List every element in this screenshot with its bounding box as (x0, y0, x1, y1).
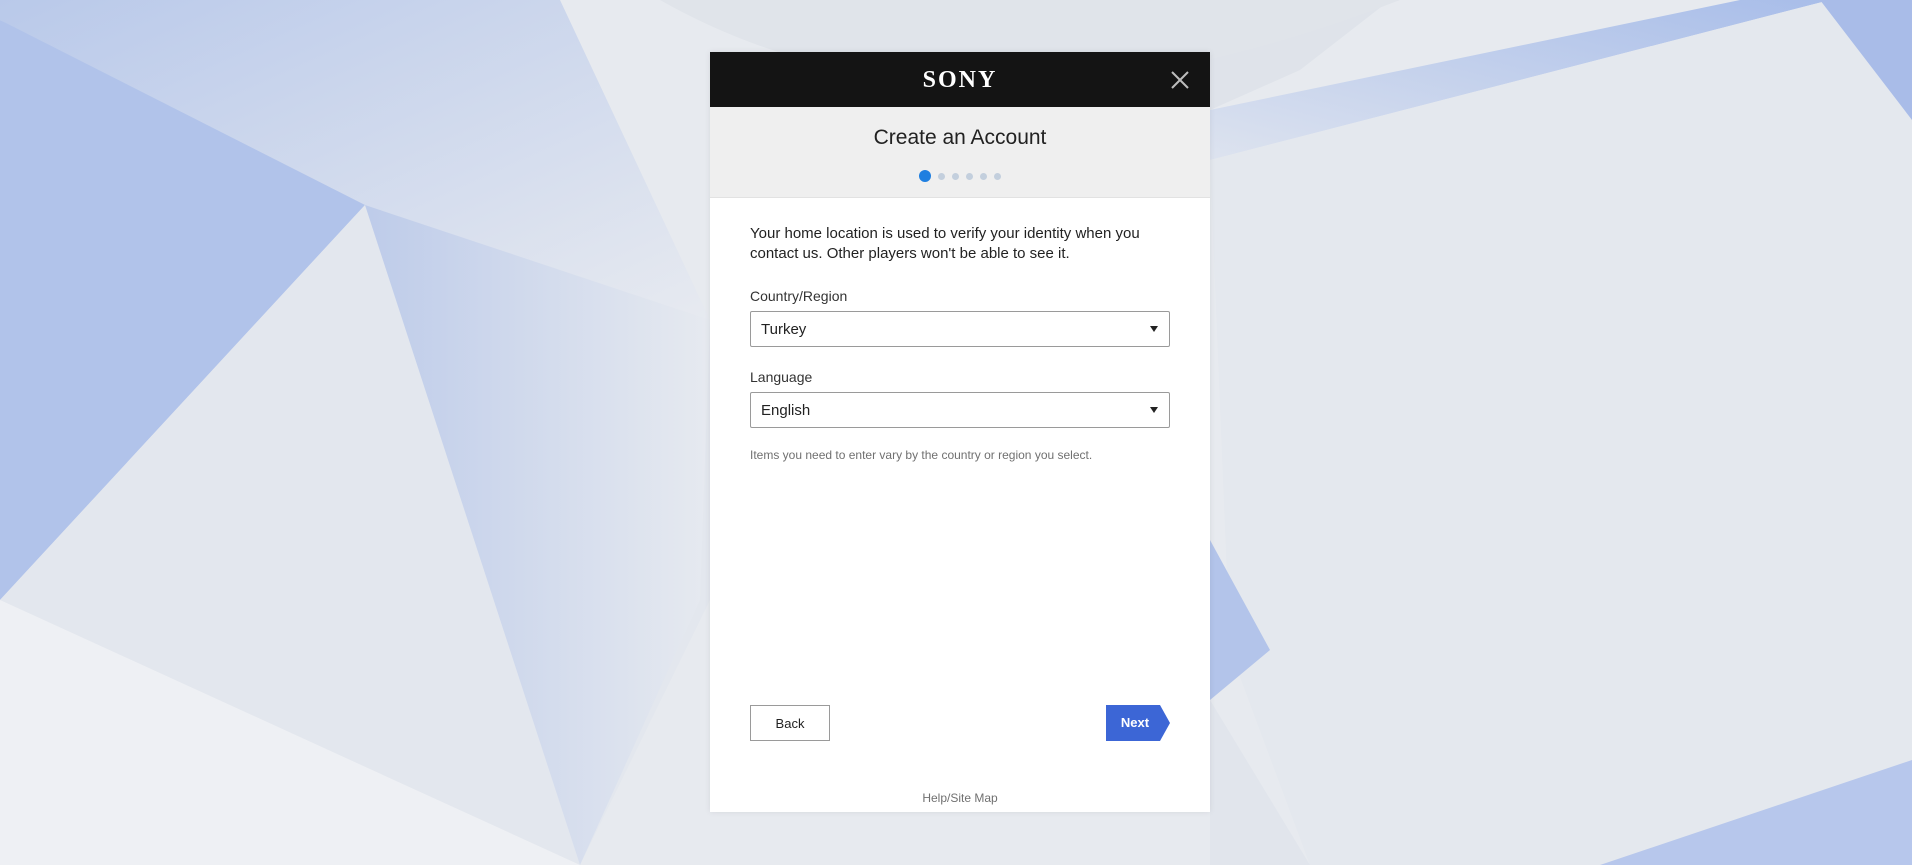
region-note: Items you need to enter vary by the coun… (750, 448, 1093, 462)
back-button-label: Back (775, 715, 805, 731)
language-select[interactable]: English (750, 392, 1170, 428)
next-button-label: Next (1120, 715, 1150, 730)
step-dot-1 (919, 170, 931, 182)
back-button[interactable]: Back (750, 705, 830, 741)
create-account-dialog: SONY Create an Account Your home locatio… (710, 52, 1210, 812)
step-dot-5 (980, 172, 987, 180)
caret-down-icon (1150, 407, 1158, 413)
language-value: English (761, 402, 811, 419)
country-select[interactable]: Turkey (750, 311, 1170, 347)
next-button[interactable]: Next (1106, 705, 1170, 741)
step-dot-6 (994, 172, 1001, 180)
close-icon (1171, 71, 1189, 89)
country-value: Turkey (761, 321, 807, 338)
step-dot-2 (938, 172, 945, 180)
help-site-map-link[interactable]: Help/Site Map (710, 791, 1210, 805)
country-label: Country/Region (750, 288, 848, 304)
sony-logo: SONY (922, 67, 998, 93)
page-title: Create an Account (873, 126, 1047, 149)
step-dot-3 (952, 172, 959, 180)
language-label: Language (750, 369, 813, 385)
step-progress-indicator (710, 170, 1210, 182)
close-button[interactable] (1170, 70, 1190, 90)
dialog-header: Create an Account (710, 107, 1210, 198)
step-dot-4 (966, 172, 973, 180)
caret-down-icon (1150, 326, 1158, 332)
intro-text: Your home location is used to verify you… (750, 225, 1140, 262)
brand-bar: SONY (710, 52, 1210, 107)
form-content: Your home location is used to verify you… (710, 198, 1210, 784)
